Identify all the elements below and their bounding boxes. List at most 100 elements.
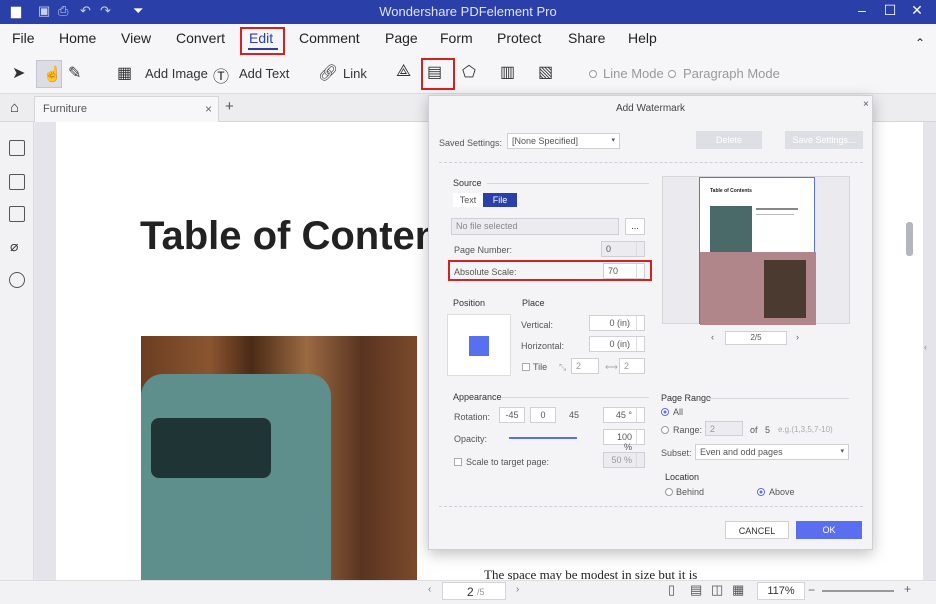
zoom-out-icon[interactable]: − (808, 583, 815, 597)
add-text-button[interactable]: Add Text (239, 66, 289, 81)
two-page-view-icon[interactable]: ◫ (711, 582, 723, 598)
expand-right-icon[interactable]: ‹ (924, 342, 927, 352)
zoom-slider[interactable] (822, 590, 894, 592)
subset-dropdown-icon: ▾ (840, 448, 844, 455)
vertical-scrollbar[interactable] (906, 222, 913, 256)
zoom-field[interactable]: 117% (757, 582, 805, 600)
tab-close-icon[interactable]: × (205, 102, 212, 116)
above-label: Above (769, 487, 795, 497)
tile-x-field[interactable]: 2 (571, 358, 599, 374)
dialog-title: Add Watermark (615, 103, 686, 114)
footer-divider (439, 506, 863, 507)
preview-prev-icon[interactable]: ‹ (711, 332, 714, 342)
rotation-45-button[interactable]: 45 (561, 407, 587, 423)
attachment-icon[interactable]: ⌀ (10, 238, 18, 255)
link-button[interactable]: Link (343, 66, 367, 81)
minimize-icon[interactable]: – (852, 2, 872, 18)
preview-panel: Table of Contents (662, 176, 850, 325)
opacity-slider[interactable] (509, 437, 577, 439)
continuous-view-icon[interactable]: ▤ (690, 582, 702, 598)
horizontal-spinner[interactable] (636, 337, 644, 351)
behind-radio[interactable] (665, 488, 673, 496)
background-icon[interactable]: ⬠ (462, 62, 476, 82)
file-tab[interactable]: File (483, 193, 517, 207)
save-settings-button[interactable]: Save Settings... (785, 131, 863, 149)
menu-share[interactable]: Share (568, 30, 605, 46)
tile-checkbox[interactable] (522, 363, 530, 371)
delete-button[interactable]: Delete (696, 131, 762, 149)
rotation-0-button[interactable]: 0 (530, 407, 556, 423)
range-field[interactable]: 2 (705, 421, 743, 436)
grid-view-icon[interactable]: ▦ (732, 582, 744, 598)
paragraph-mode-radio[interactable] (668, 70, 676, 78)
file-path-field[interactable]: No file selected (451, 218, 619, 235)
next-page-icon[interactable]: › (516, 584, 519, 595)
bookmark-icon[interactable] (9, 174, 25, 190)
maximize-icon[interactable]: ☐ (880, 2, 900, 19)
scale-field[interactable]: 50 % (603, 452, 645, 468)
position-center-cell[interactable] (469, 336, 489, 356)
cancel-button[interactable]: CANCEL (725, 521, 789, 539)
scale-spinner[interactable] (636, 453, 644, 467)
comments-icon[interactable] (9, 206, 25, 222)
header-footer-icon[interactable]: ▥ (500, 62, 515, 82)
dialog-close-icon[interactable]: × (863, 99, 869, 110)
preview-page-field[interactable]: 2/5 (725, 331, 787, 345)
single-page-view-icon[interactable]: ▯ (668, 582, 675, 598)
opacity-field[interactable]: 100 % (603, 429, 645, 452)
rotation-field[interactable]: 45 ° (603, 407, 645, 423)
preview-next-icon[interactable]: › (796, 332, 799, 342)
vertical-spinner[interactable] (636, 316, 644, 330)
menu-home[interactable]: Home (59, 30, 96, 46)
edit-tool-icon[interactable]: ✎ (68, 63, 81, 83)
range-radio[interactable] (661, 426, 669, 434)
all-pages-radio[interactable] (661, 408, 669, 416)
rotation-spinner[interactable] (636, 408, 644, 422)
ok-button[interactable]: OK (796, 521, 862, 539)
collapse-ribbon-icon[interactable]: ⌃ (915, 36, 925, 50)
horizontal-field[interactable]: 0 (in) (589, 336, 645, 352)
text-tab[interactable]: Text (453, 193, 483, 207)
subset-label: Subset: (661, 448, 692, 458)
subset-select[interactable]: Even and odd pages ▾ (695, 444, 849, 460)
position-grid[interactable] (447, 314, 511, 376)
bates-number-icon[interactable]: ▧ (538, 62, 553, 82)
select-tool-icon[interactable]: ➤ (12, 63, 25, 83)
menu-file[interactable]: File (12, 30, 35, 46)
hand-tool-button[interactable]: ☝ (36, 60, 62, 88)
edit-highlight (240, 27, 285, 55)
vertical-field[interactable]: 0 (in) (589, 315, 645, 331)
menu-protect[interactable]: Protect (497, 30, 541, 46)
thumbnails-icon[interactable] (9, 140, 25, 156)
new-tab-icon[interactable]: + (225, 98, 234, 115)
prev-page-icon[interactable]: ‹ (428, 584, 431, 595)
line-mode-radio[interactable] (589, 70, 597, 78)
page-number-field[interactable]: 2 /5 (442, 582, 506, 600)
tile-y-field[interactable]: 2 (619, 358, 645, 374)
opacity-spinner[interactable] (636, 430, 644, 444)
menu-form[interactable]: Form (440, 30, 473, 46)
menu-comment[interactable]: Comment (299, 30, 360, 46)
preview-image-2 (764, 260, 806, 318)
rotation-minus45-button[interactable]: -45 (499, 407, 525, 423)
search-icon[interactable] (9, 272, 25, 288)
menu-help[interactable]: Help (628, 30, 657, 46)
home-icon[interactable]: ⌂ (10, 99, 19, 116)
close-icon[interactable]: ✕ (907, 2, 927, 19)
browse-button[interactable]: ... (625, 218, 645, 235)
menu-convert[interactable]: Convert (176, 30, 225, 46)
menu-page[interactable]: Page (385, 30, 418, 46)
saved-settings-select[interactable]: [None Specified] ▾ (507, 133, 620, 149)
page-number-spinner[interactable] (636, 242, 644, 256)
scale-to-page-checkbox[interactable] (454, 458, 462, 466)
dialog-divider (439, 162, 863, 163)
crop-icon[interactable]: ⟁ (396, 61, 411, 81)
add-image-button[interactable]: Add Image (145, 66, 208, 81)
above-radio[interactable] (757, 488, 765, 496)
menu-view[interactable]: View (121, 30, 151, 46)
zoom-in-icon[interactable]: + (904, 582, 911, 596)
tab-furniture[interactable]: Furniture × (34, 96, 219, 122)
page-total: /5 (477, 587, 485, 597)
image-icon: ▦ (117, 65, 133, 82)
page-number-field[interactable]: 0 (601, 241, 645, 257)
